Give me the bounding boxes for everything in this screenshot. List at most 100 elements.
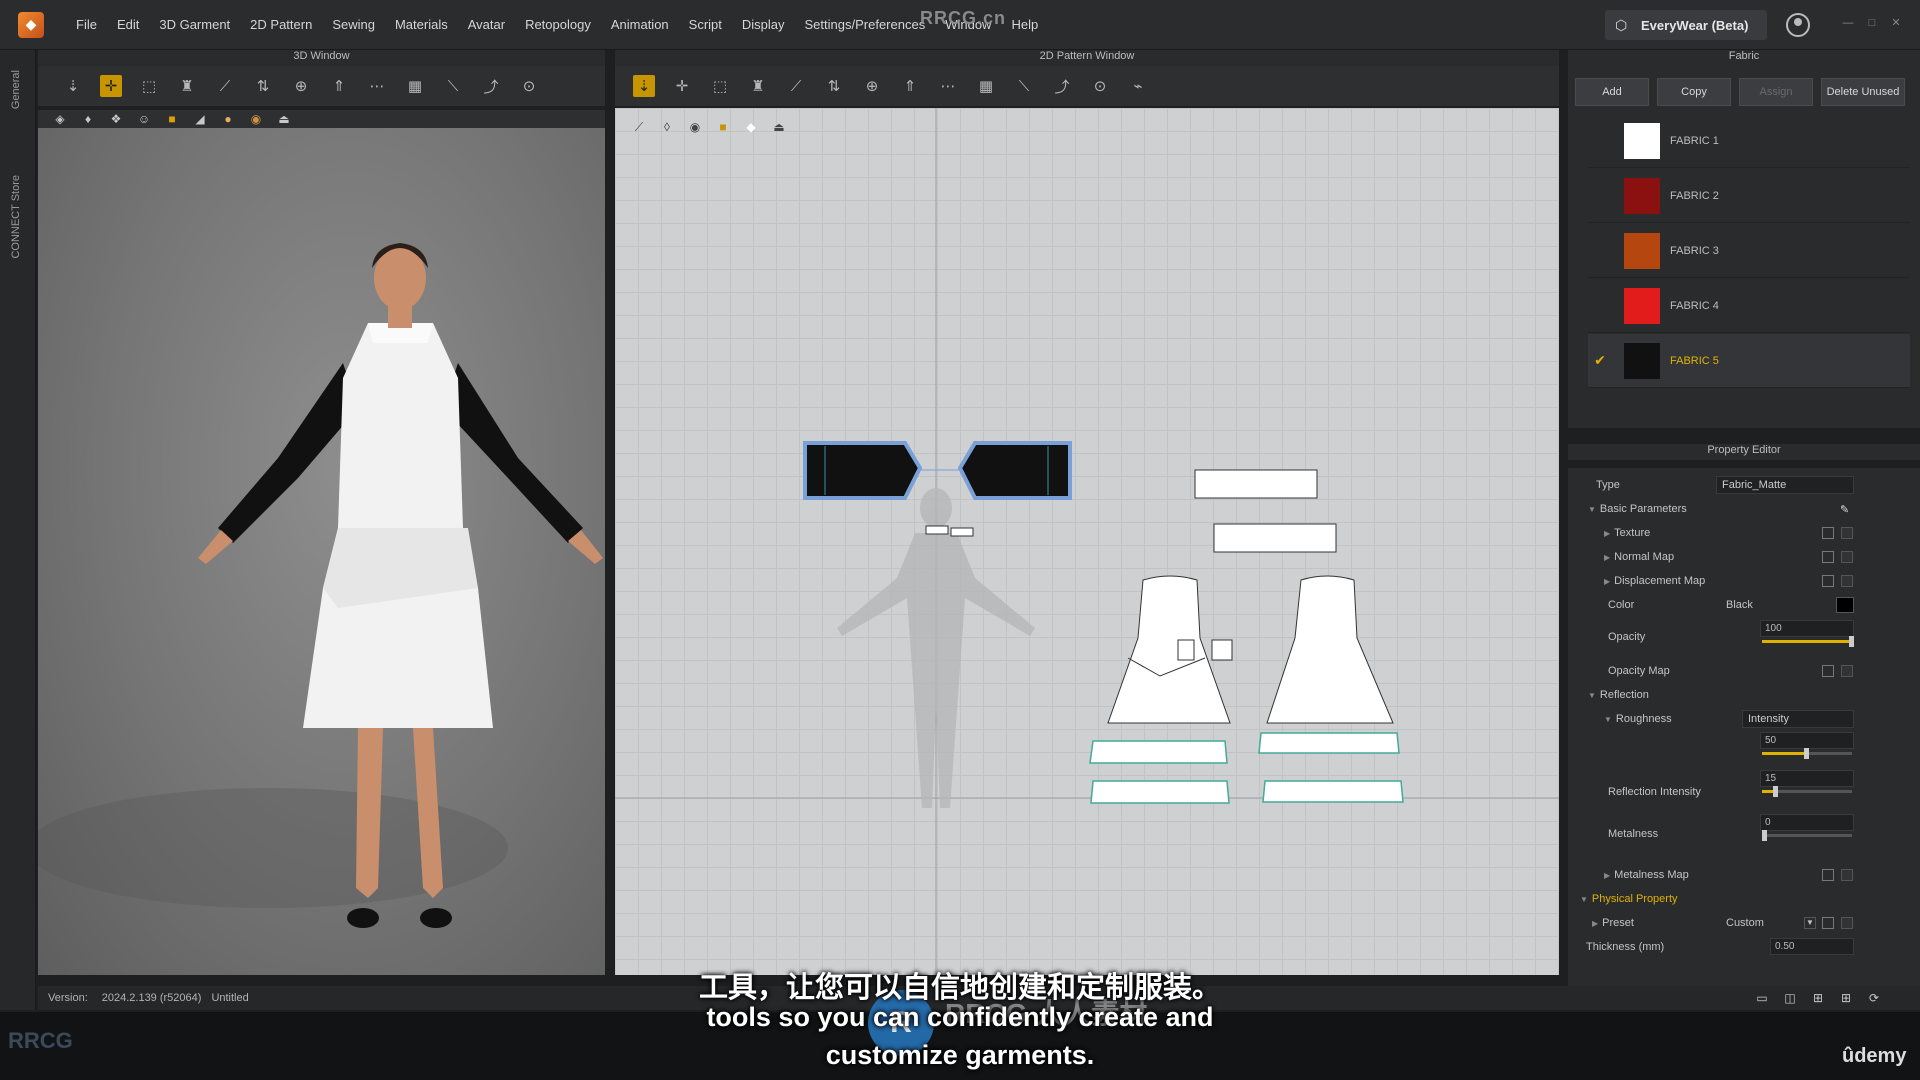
tab-connect-store[interactable]: CONNECT Store — [10, 175, 22, 259]
menu-item-edit[interactable]: Edit — [107, 17, 149, 32]
garment-view-icon[interactable]: ♦ — [79, 110, 97, 128]
grid-icon[interactable]: ⊕ — [861, 75, 883, 97]
thickness-input[interactable]: 0.50 — [1770, 938, 1854, 955]
normal-map-row[interactable]: ▶ Normal Map — [1568, 546, 1908, 568]
tab-general[interactable]: General — [10, 70, 22, 109]
menu-item-2d-pattern[interactable]: 2D Pattern — [240, 17, 322, 32]
opacity-map-icon[interactable] — [1822, 665, 1834, 677]
mark-tool-icon[interactable]: ◉ — [686, 118, 704, 136]
arrange-icon[interactable]: ⇅ — [252, 75, 274, 97]
fabric-swatch[interactable] — [1624, 287, 1660, 324]
reflection-intensity-slider[interactable] — [1762, 786, 1852, 797]
physical-property-row[interactable]: ▼ Physical Property — [1568, 888, 1908, 910]
user-avatar-icon[interactable] — [1786, 13, 1810, 37]
menu-item-help[interactable]: Help — [1001, 17, 1048, 32]
curve-icon[interactable]: ⇅ — [823, 75, 845, 97]
export-view-icon[interactable]: ⏏ — [275, 110, 293, 128]
sew-icon[interactable]: ⋯ — [937, 75, 959, 97]
displacement-clear-icon[interactable] — [1841, 575, 1853, 587]
measure-icon[interactable]: ⤴ — [1051, 75, 1073, 97]
displacement-map-icon[interactable] — [1822, 575, 1834, 587]
fabric-item[interactable]: FABRIC 1 — [1588, 114, 1910, 168]
fabric-swatch[interactable] — [1624, 177, 1660, 214]
metalness-map-icon[interactable] — [1822, 869, 1834, 881]
edit-curve-icon[interactable]: ⟍ — [442, 75, 464, 97]
add-fabric-button[interactable]: Add — [1575, 78, 1649, 106]
pin-icon[interactable]: ⇑ — [328, 75, 350, 97]
viewport-3d[interactable] — [38, 128, 605, 975]
metalness-map-row[interactable]: ▶ Metalness Map — [1568, 864, 1908, 886]
skin-view-icon[interactable]: ● — [219, 110, 237, 128]
texture-row[interactable]: ▶ Texture — [1568, 522, 1908, 544]
sew-tool-icon[interactable]: ◊ — [658, 118, 676, 136]
texture-clear-icon[interactable] — [1841, 527, 1853, 539]
avatar-view-icon[interactable]: ☺ — [135, 110, 153, 128]
grid-icon[interactable]: ▦ — [404, 75, 426, 97]
preset-save-icon[interactable] — [1841, 917, 1853, 929]
opacity-slider[interactable] — [1762, 636, 1854, 647]
fabric-swatch[interactable] — [1624, 232, 1660, 269]
preset-dropdown-icon[interactable]: ▼ — [1804, 917, 1816, 929]
menu-item-display[interactable]: Display — [732, 17, 795, 32]
line-icon[interactable]: ⊙ — [1089, 75, 1111, 97]
move-icon[interactable]: ✛ — [100, 75, 122, 97]
basic-parameters-row[interactable]: ▼ Basic Parameters ✎ — [1568, 498, 1908, 520]
draw-line-icon[interactable]: ⟋ — [214, 75, 236, 97]
roughness-slider[interactable] — [1762, 748, 1852, 759]
color-view-icon[interactable]: ■ — [163, 110, 181, 128]
preset-value[interactable]: Custom — [1726, 917, 1764, 929]
pattern-select-icon[interactable]: ⇣ — [633, 75, 655, 97]
measure-icon[interactable]: ⋯ — [366, 75, 388, 97]
menu-item-sewing[interactable]: Sewing — [322, 17, 385, 32]
pattern-tool-icon[interactable]: ⟋ — [630, 118, 648, 136]
white-tool-icon[interactable]: ◆ — [742, 118, 760, 136]
rectangle-icon[interactable]: ⬚ — [709, 75, 731, 97]
highlight-tool-icon[interactable]: ■ — [714, 118, 732, 136]
fabric-swatch[interactable] — [1624, 342, 1660, 379]
wand-icon[interactable]: ✎ — [1840, 503, 1849, 516]
metalness-slider[interactable] — [1762, 830, 1852, 841]
fabric-item[interactable]: FABRIC 2 — [1588, 169, 1910, 223]
seam-icon[interactable]: ⇑ — [899, 75, 921, 97]
menu-item-animation[interactable]: Animation — [601, 17, 679, 32]
fabric-view-icon[interactable]: ◈ — [51, 110, 69, 128]
metalness-clear-icon[interactable] — [1841, 869, 1853, 881]
fabric-swatch[interactable] — [1624, 122, 1660, 159]
delete-unused-button[interactable]: Delete Unused — [1821, 78, 1905, 106]
notch-icon[interactable]: ⟋ — [785, 75, 807, 97]
menu-item-script[interactable]: Script — [679, 17, 732, 32]
select-icon[interactable]: ⇣ — [62, 75, 84, 97]
transform-icon[interactable]: ⬚ — [138, 75, 160, 97]
viewport-2d[interactable]: ⟋ ◊ ◉ ■ ◆ ⏏ — [615, 108, 1559, 975]
internal-shape-icon[interactable]: ♜ — [747, 75, 769, 97]
edit-point-icon[interactable]: ✛ — [671, 75, 693, 97]
preset-open-icon[interactable] — [1822, 917, 1834, 929]
copy-fabric-button[interactable]: Copy — [1657, 78, 1731, 106]
displacement-map-row[interactable]: ▶ Displacement Map — [1568, 570, 1908, 592]
fold-icon[interactable]: ♜ — [176, 75, 198, 97]
everywear-button[interactable]: ⬡ EveryWear (Beta) — [1605, 10, 1767, 40]
fabric-item[interactable]: ✔ FABRIC 5 — [1588, 334, 1910, 388]
close-icon[interactable]: ✕ — [1890, 17, 1902, 29]
sewing-icon[interactable]: ⤴ — [480, 75, 502, 97]
fabric-item[interactable]: FABRIC 3 — [1588, 224, 1910, 278]
color-swatch[interactable] — [1836, 597, 1854, 613]
minimize-icon[interactable]: — — [1842, 17, 1854, 29]
maximize-icon[interactable]: □ — [1866, 17, 1878, 29]
menu-item-avatar[interactable]: Avatar — [458, 17, 515, 32]
normal-clear-icon[interactable] — [1841, 551, 1853, 563]
menu-item-3d-garment[interactable]: 3D Garment — [149, 17, 240, 32]
menu-item-settings-preferences[interactable]: Settings/Preferences — [795, 17, 936, 32]
roughness-mode-select[interactable]: Intensity — [1742, 710, 1854, 728]
texture-view-icon[interactable]: ❖ — [107, 110, 125, 128]
point-icon[interactable]: ⊙ — [518, 75, 540, 97]
garment-icon[interactable]: ⌁ — [1127, 75, 1149, 97]
pleat-icon[interactable]: ⟍ — [1013, 75, 1035, 97]
export-tool-icon[interactable]: ⏏ — [770, 118, 788, 136]
menu-item-file[interactable]: File — [66, 17, 107, 32]
metalness-input[interactable]: 0 — [1760, 814, 1854, 831]
segment-icon[interactable]: ▦ — [975, 75, 997, 97]
menu-item-retopology[interactable]: Retopology — [515, 17, 601, 32]
menu-item-materials[interactable]: Materials — [385, 17, 458, 32]
reflection-intensity-input[interactable]: 15 — [1760, 770, 1854, 787]
